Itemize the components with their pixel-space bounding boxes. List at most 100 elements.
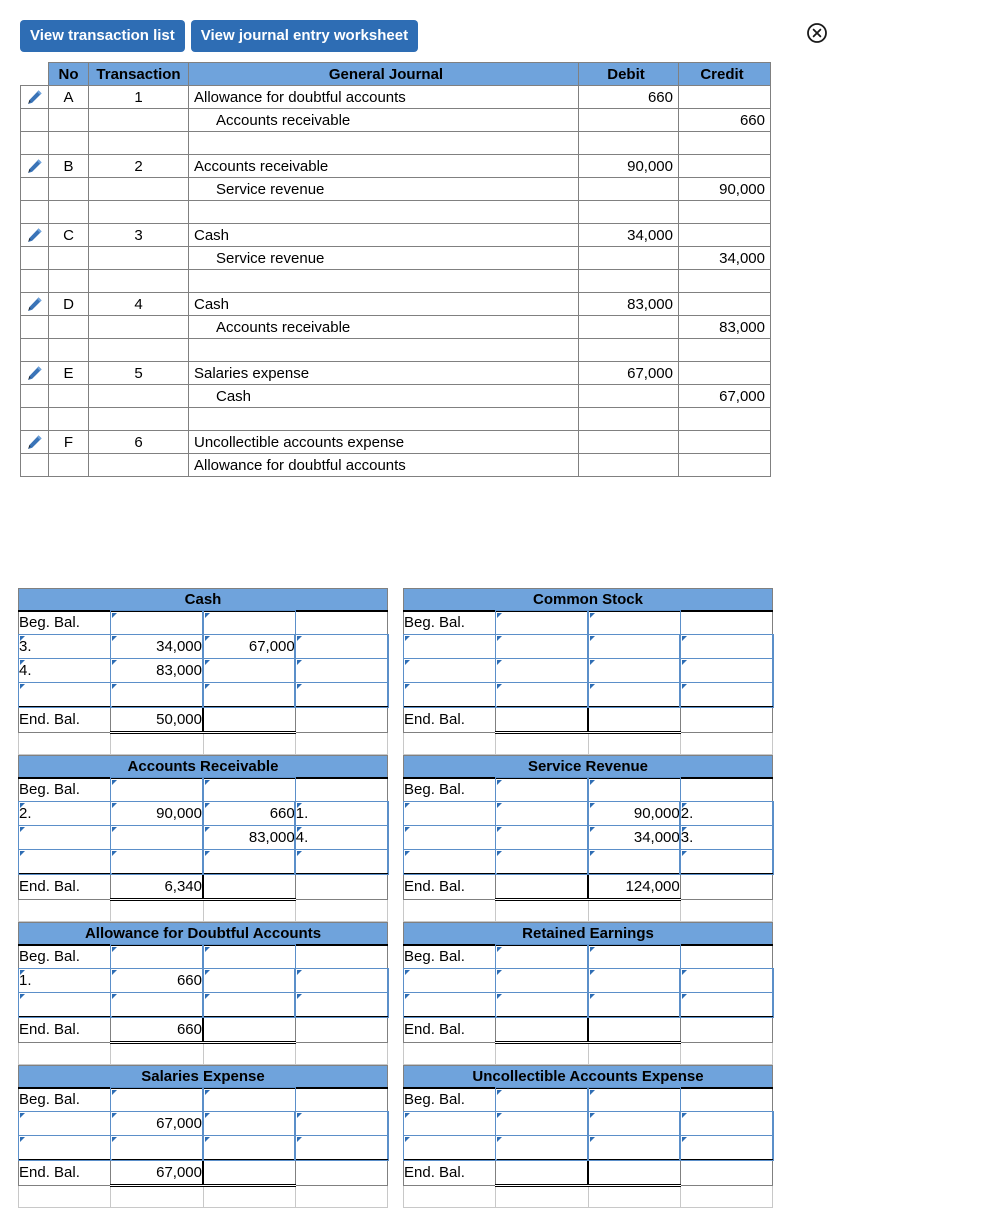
journal-cell-debit[interactable]: 67,000 (578, 361, 679, 385)
journal-cell-debit[interactable] (578, 384, 679, 408)
t-account-credit-label[interactable] (679, 1134, 774, 1161)
journal-cell-debit[interactable] (578, 269, 679, 293)
journal-cell-account[interactable]: Cash (188, 292, 579, 316)
t-account-row-label[interactable] (402, 1110, 497, 1137)
journal-cell-credit[interactable] (678, 154, 771, 178)
t-account-credit-label[interactable] (294, 681, 389, 708)
journal-cell-account[interactable]: Salaries expense (188, 361, 579, 385)
t-account-credit-cell[interactable] (201, 991, 297, 1018)
t-account-credit-cell[interactable]: 660 (201, 800, 297, 827)
journal-cell-debit[interactable] (578, 246, 679, 270)
t-account-credit-label[interactable] (679, 967, 774, 994)
t-account-row-label[interactable] (17, 1110, 112, 1137)
t-account-credit-label[interactable] (679, 633, 774, 660)
t-account-credit-cell[interactable] (586, 1110, 682, 1137)
journal-cell-account[interactable]: Uncollectible accounts expense (188, 430, 579, 454)
journal-cell-debit[interactable]: 90,000 (578, 154, 679, 178)
t-account-debit-cell[interactable] (109, 824, 205, 851)
tab-transaction-list[interactable]: View transaction list (20, 20, 185, 52)
t-account-credit-cell[interactable] (201, 681, 297, 708)
journal-cell-debit[interactable] (578, 108, 679, 132)
t-account-credit-cell[interactable] (201, 657, 297, 684)
t-account-row-label[interactable] (402, 848, 497, 875)
journal-cell-credit[interactable] (678, 85, 771, 109)
journal-cell-account[interactable]: Cash (188, 384, 579, 408)
t-account-row-label[interactable] (17, 991, 112, 1018)
t-account-credit-cell[interactable]: 83,000 (201, 824, 297, 851)
t-account-debit-cell[interactable]: 34,000 (109, 633, 205, 660)
pencil-edit-icon[interactable] (20, 292, 49, 316)
t-account-credit-label[interactable]: 3. (679, 824, 774, 851)
journal-cell-credit[interactable]: 67,000 (678, 384, 771, 408)
journal-cell-debit[interactable] (578, 430, 679, 454)
t-account-debit-cell[interactable] (494, 681, 590, 708)
journal-cell-credit[interactable] (678, 430, 771, 454)
t-account-credit-label[interactable] (679, 681, 774, 708)
journal-cell-debit[interactable] (578, 407, 679, 431)
t-account-row-label[interactable] (402, 1134, 497, 1161)
t-account-credit-label[interactable] (679, 991, 774, 1018)
journal-cell-account[interactable]: Service revenue (188, 177, 579, 201)
t-account-debit-cell[interactable]: 83,000 (109, 657, 205, 684)
journal-cell-credit[interactable]: 90,000 (678, 177, 771, 201)
journal-cell-debit[interactable] (578, 453, 679, 477)
t-account-row-label[interactable] (402, 633, 497, 660)
journal-cell-credit[interactable] (678, 338, 771, 362)
t-account-debit-cell[interactable]: 67,000 (109, 1110, 205, 1137)
t-account-debit-cell[interactable] (494, 1134, 590, 1161)
t-account-credit-cell[interactable] (586, 1086, 682, 1113)
t-account-credit-cell[interactable] (586, 776, 682, 803)
journal-cell-credit[interactable] (678, 269, 771, 293)
t-account-credit-label[interactable] (294, 633, 389, 660)
t-account-credit-cell[interactable] (201, 967, 297, 994)
journal-cell-debit[interactable] (578, 200, 679, 224)
journal-cell-account[interactable]: Accounts receivable (188, 315, 579, 339)
journal-cell-credit[interactable] (678, 131, 771, 155)
t-account-row-label[interactable] (17, 824, 112, 851)
t-account-debit-cell[interactable] (494, 1086, 590, 1113)
journal-cell-credit[interactable] (678, 200, 771, 224)
pencil-edit-icon[interactable] (20, 85, 49, 109)
t-account-credit-cell[interactable]: 34,000 (586, 824, 682, 851)
t-account-row-label[interactable]: 4. (17, 657, 112, 684)
journal-cell-account[interactable]: Service revenue (188, 246, 579, 270)
journal-cell-credit[interactable]: 83,000 (678, 315, 771, 339)
journal-cell-debit[interactable]: 660 (578, 85, 679, 109)
t-account-debit-cell[interactable] (494, 776, 590, 803)
t-account-credit-cell[interactable] (201, 609, 297, 636)
t-account-row-label[interactable] (402, 967, 497, 994)
t-account-credit-label[interactable] (294, 1134, 389, 1161)
t-account-debit-cell[interactable] (494, 824, 590, 851)
t-account-credit-label[interactable] (679, 848, 774, 875)
t-account-row-label[interactable]: 3. (17, 633, 112, 660)
journal-cell-credit[interactable] (678, 407, 771, 431)
t-account-credit-cell[interactable] (201, 943, 297, 970)
t-account-debit-cell[interactable] (109, 943, 205, 970)
t-account-credit-cell[interactable]: 67,000 (201, 633, 297, 660)
t-account-credit-cell[interactable] (586, 1134, 682, 1161)
journal-cell-account[interactable]: Cash (188, 223, 579, 247)
t-account-debit-cell[interactable] (494, 633, 590, 660)
t-account-row-label[interactable] (402, 991, 497, 1018)
t-account-debit-cell[interactable] (494, 848, 590, 875)
t-account-debit-cell[interactable]: 90,000 (109, 800, 205, 827)
t-account-row-label[interactable]: 2. (17, 800, 112, 827)
pencil-edit-icon[interactable] (20, 361, 49, 385)
t-account-debit-cell[interactable] (109, 776, 205, 803)
t-account-credit-cell[interactable] (586, 848, 682, 875)
t-account-credit-label[interactable] (679, 1110, 774, 1137)
t-account-debit-cell[interactable] (494, 657, 590, 684)
t-account-credit-cell[interactable] (201, 1086, 297, 1113)
journal-cell-account[interactable]: Allowance for doubtful accounts (188, 85, 579, 109)
t-account-credit-cell[interactable] (586, 609, 682, 636)
journal-cell-debit[interactable] (578, 177, 679, 201)
journal-cell-account[interactable]: Allowance for doubtful accounts (188, 453, 579, 477)
t-account-debit-cell[interactable] (109, 1134, 205, 1161)
t-account-debit-cell[interactable] (109, 991, 205, 1018)
journal-cell-account[interactable] (188, 338, 579, 362)
pencil-edit-icon[interactable] (20, 154, 49, 178)
t-account-credit-label[interactable]: 1. (294, 800, 389, 827)
journal-cell-credit[interactable]: 34,000 (678, 246, 771, 270)
journal-cell-credit[interactable] (678, 223, 771, 247)
journal-cell-debit[interactable] (578, 315, 679, 339)
